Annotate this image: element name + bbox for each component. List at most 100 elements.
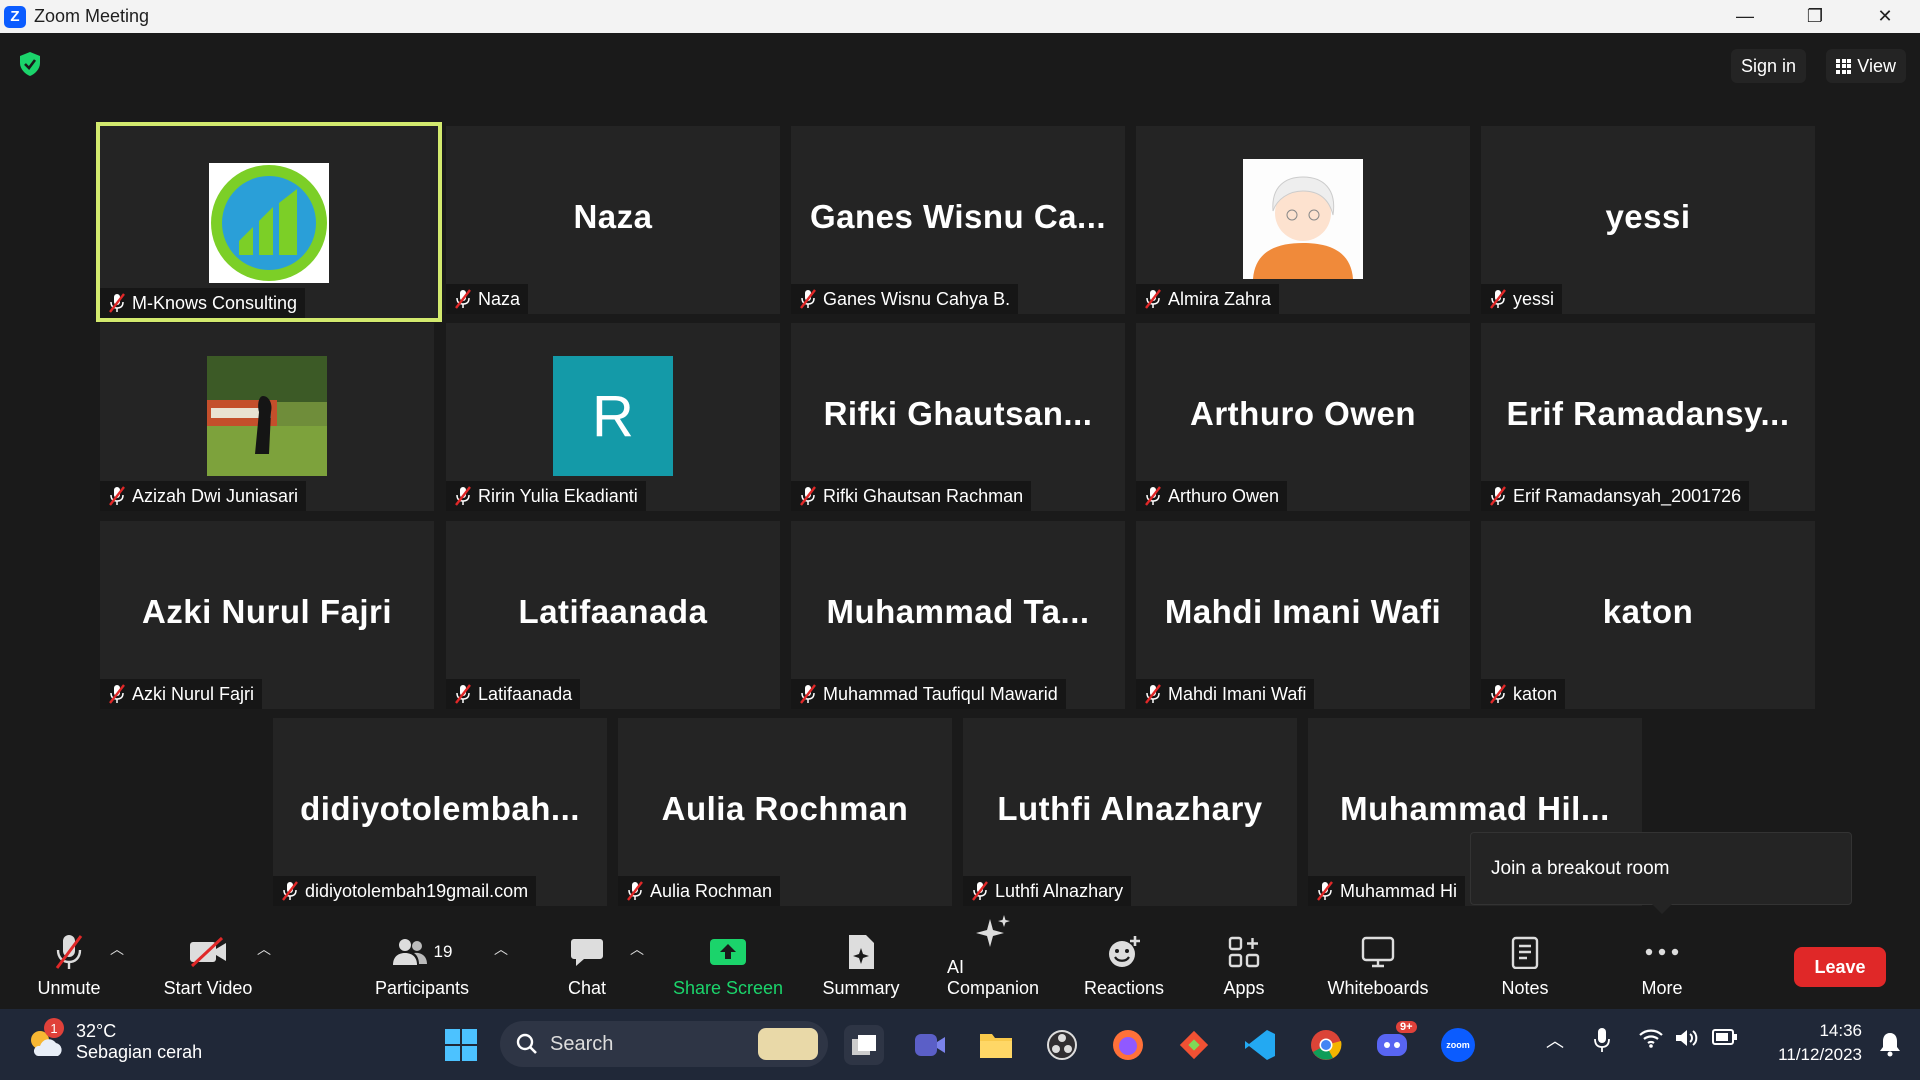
participant-display-name: didiyotolembah... <box>300 790 580 827</box>
minimize-button[interactable]: — <box>1710 0 1780 33</box>
clock-date: 11/12/2023 <box>1778 1045 1862 1064</box>
muted-mic-icon <box>282 881 298 901</box>
git-app-icon[interactable] <box>1174 1025 1214 1065</box>
view-button[interactable]: View <box>1826 49 1906 83</box>
participants-icon <box>392 939 427 965</box>
unmute-button[interactable]: Unmute <box>28 917 110 1009</box>
participant-name-label: yessi <box>1481 284 1563 314</box>
notes-button[interactable]: Notes <box>1496 917 1554 1009</box>
participant-name: Ririn Yulia Ekadianti <box>478 485 638 506</box>
reactions-label: Reactions <box>1083 978 1165 998</box>
obs-app-icon[interactable] <box>1042 1025 1082 1065</box>
participant-tile[interactable]: katon katon <box>1481 521 1815 709</box>
chat-button[interactable]: Chat <box>560 917 614 1009</box>
discord-badge: 9+ <box>1396 1021 1417 1033</box>
chat-options-chevron-icon[interactable]: ︿ <box>630 939 644 959</box>
muted-mic-icon <box>455 684 471 704</box>
close-button[interactable]: ✕ <box>1850 0 1920 33</box>
taskbar-clock[interactable]: 14:36 11/12/2023 <box>1778 1019 1862 1067</box>
participant-tile[interactable]: Arthuro Owen Arthuro Owen <box>1136 323 1470 511</box>
file-explorer-icon[interactable] <box>976 1025 1016 1065</box>
whiteboards-button[interactable]: Whiteboards <box>1320 917 1436 1009</box>
start-video-button[interactable]: Start Video <box>158 917 258 1009</box>
firefox-icon[interactable] <box>1108 1025 1148 1065</box>
participant-display-name: Muhammad Ta... <box>826 593 1090 630</box>
participant-tile[interactable]: Azki Nurul Fajri Azki Nurul Fajri <box>100 521 434 709</box>
share-screen-icon <box>708 932 748 972</box>
show-hidden-icons-chevron-icon[interactable]: ︿ <box>1546 1027 1564 1053</box>
leave-button[interactable]: Leave <box>1794 947 1886 987</box>
participants-label: Participants <box>374 978 470 998</box>
participant-name-label: Erif Ramadansyah_2001726 <box>1481 481 1750 511</box>
participant-tile[interactable]: Latifaanada Latifaanada <box>446 521 780 709</box>
participant-tile[interactable]: Luthfi Alnazhary Luthfi Alnazhary <box>963 718 1297 906</box>
participant-tile[interactable]: M-Knows Consulting <box>96 122 442 322</box>
zoom-logo-icon: Z <box>4 5 26 28</box>
taskbar-search[interactable]: Search <box>500 1021 828 1067</box>
participant-tile[interactable]: Naza Naza <box>446 126 780 314</box>
microphone-tray-icon[interactable] <box>1594 1027 1610 1053</box>
battery-icon[interactable] <box>1712 1027 1738 1047</box>
volume-icon[interactable] <box>1674 1027 1700 1049</box>
apps-button[interactable]: Apps <box>1216 917 1272 1009</box>
participant-name-label: Azizah Dwi Juniasari <box>100 481 307 511</box>
participant-name-label: katon <box>1481 679 1566 709</box>
reactions-button[interactable]: Reactions <box>1084 917 1164 1009</box>
breakout-room-menu-item[interactable]: Join a breakout room <box>1470 832 1852 905</box>
security-shield-icon[interactable] <box>18 51 42 77</box>
muted-mic-icon <box>109 486 125 506</box>
summary-button[interactable]: Summary <box>823 917 900 1009</box>
video-options-chevron-icon[interactable]: ︿ <box>257 939 271 959</box>
clock-time: 14:36 <box>1819 1021 1862 1040</box>
participant-tile[interactable]: Rifki Ghautsan... Rifki Ghautsan Rachman <box>791 323 1125 511</box>
participant-name-label: Latifaanada <box>446 679 581 709</box>
participant-name: Rifki Ghautsan Rachman <box>823 485 1024 506</box>
discord-icon[interactable]: 9+ <box>1372 1021 1417 1065</box>
participant-name-label: Azki Nurul Fajri <box>100 679 263 709</box>
window-title: Zoom Meeting <box>34 6 150 26</box>
notification-bell-icon[interactable] <box>1878 1031 1902 1057</box>
participant-tile[interactable]: R Ririn Yulia Ekadianti <box>446 323 780 511</box>
sign-in-button[interactable]: Sign in <box>1730 49 1806 83</box>
start-video-label: Start Video <box>163 978 253 998</box>
vscode-icon[interactable] <box>1240 1025 1280 1065</box>
view-label: View <box>1857 55 1896 76</box>
muted-mic-icon <box>627 881 643 901</box>
participant-name-label: Ganes Wisnu Cahya B. <box>791 284 1019 314</box>
chrome-icon[interactable] <box>1306 1025 1346 1065</box>
participant-display-name: Latifaanada <box>518 593 708 630</box>
participant-name: M-Knows Consulting <box>132 292 298 313</box>
participant-name-label: Mahdi Imani Wafi <box>1136 679 1315 709</box>
participant-tile[interactable]: Erif Ramadansy... Erif Ramadansyah_200172… <box>1481 323 1815 511</box>
participant-name-label: Muhammad Hi <box>1308 876 1466 906</box>
participant-name-label: didiyotolembah19gmail.com <box>273 876 537 906</box>
windows-start-icon[interactable] <box>444 1028 478 1062</box>
participant-name-label: Muhammad Taufiqul Mawarid <box>791 679 1066 709</box>
participant-tile[interactable]: Azizah Dwi Juniasari <box>100 323 434 511</box>
participants-button[interactable]: 19 Participants <box>370 917 474 1009</box>
ai-companion-button[interactable]: AI Companion <box>947 915 1039 1009</box>
task-view-icon[interactable] <box>844 1025 884 1065</box>
unmute-label: Unmute <box>37 978 101 998</box>
restore-button[interactable]: ❐ <box>1780 0 1850 33</box>
more-button[interactable]: More <box>1636 917 1688 1009</box>
participant-tile[interactable]: Almira Zahra <box>1136 126 1470 314</box>
wifi-icon[interactable] <box>1638 1027 1664 1049</box>
participant-tile[interactable]: Muhammad Ta... Muhammad Taufiqul Mawarid <box>791 521 1125 709</box>
participant-tile[interactable]: Aulia Rochman Aulia Rochman <box>618 718 952 906</box>
chat-label: Chat <box>567 978 607 998</box>
meet-app-icon[interactable] <box>910 1025 950 1065</box>
zoom-app-label: zoom <box>1441 1028 1475 1062</box>
weather-widget[interactable]: 1 32°C Sebagian cerah <box>26 1018 202 1063</box>
notes-icon <box>1505 932 1545 972</box>
share-screen-button[interactable]: Share Screen <box>672 917 784 1009</box>
participants-options-chevron-icon[interactable]: ︿ <box>494 939 508 959</box>
participant-tile[interactable]: yessi yessi <box>1481 126 1815 314</box>
participant-name: Erif Ramadansyah_2001726 <box>1513 485 1742 506</box>
participant-tile[interactable]: didiyotolembah... didiyotolembah19gmail.c… <box>273 718 607 906</box>
participant-tile[interactable]: Mahdi Imani Wafi Mahdi Imani Wafi <box>1136 521 1470 709</box>
initial-avatar: R <box>553 356 673 476</box>
zoom-taskbar-icon[interactable]: zoom <box>1438 1025 1478 1065</box>
audio-options-chevron-icon[interactable]: ︿ <box>110 939 124 959</box>
participant-tile[interactable]: Ganes Wisnu Ca... Ganes Wisnu Cahya B. <box>791 126 1125 314</box>
